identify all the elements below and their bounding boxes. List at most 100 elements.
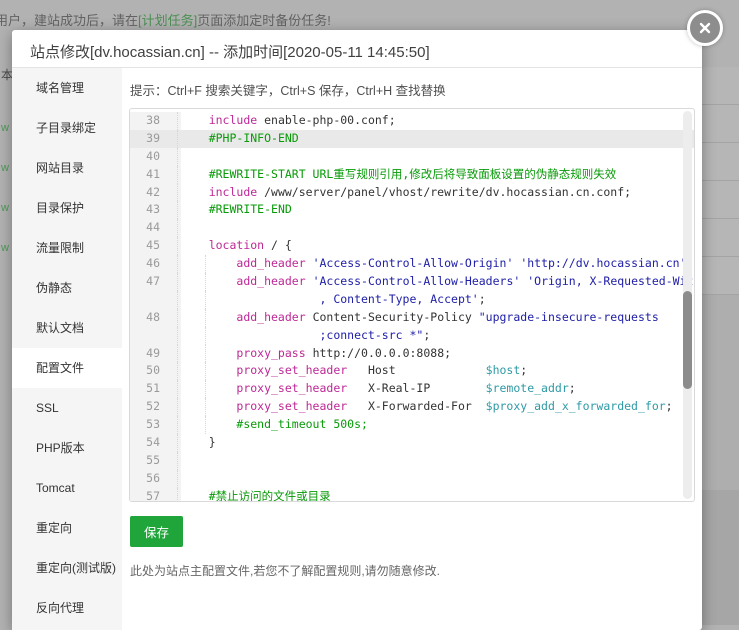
line-number: 55 xyxy=(130,452,181,470)
sidebar-item-site-dir[interactable]: 网站目录 xyxy=(12,148,122,188)
code-line: 45 location / { xyxy=(130,237,694,255)
config-file-panel: 提示：Ctrl+F 搜索关键字，Ctrl+S 保存，Ctrl+H 查找替换 38… xyxy=(122,68,702,630)
line-number: 42 xyxy=(130,184,181,202)
code-text xyxy=(181,148,694,166)
indent-guide xyxy=(177,345,178,363)
sidebar-item-label: 网站目录 xyxy=(36,161,84,175)
backdrop-table-row xyxy=(702,143,739,181)
line-number: 45 xyxy=(130,237,181,255)
code-line: 47 add_header 'Access-Control-Allow-Head… xyxy=(130,273,694,291)
sidebar-item-label: 配置文件 xyxy=(36,361,84,375)
backdrop-block xyxy=(702,295,739,490)
indent-guide xyxy=(205,345,206,363)
code-line: , Content-Type, Accept'; xyxy=(130,291,694,309)
indent-guide xyxy=(177,219,178,237)
sidebar-item-label: 域名管理 xyxy=(36,81,84,95)
sidebar-item-label: 反向代理 xyxy=(36,601,84,615)
sidebar-item-url-rewrite[interactable]: 伪静态 xyxy=(12,268,122,308)
sidebar-item-redirect-beta[interactable]: 重定向(测试版) xyxy=(12,548,122,588)
sidebar-item-dir-protect[interactable]: 目录保护 xyxy=(12,188,122,228)
code-text: #PHP-INFO-END xyxy=(181,130,694,148)
sidebar-item-reverse-proxy[interactable]: 反向代理 xyxy=(12,588,122,628)
code-line: 57 #禁止访问的文件或目录 xyxy=(130,488,694,502)
indent-guide xyxy=(177,380,178,398)
line-number xyxy=(130,327,181,345)
indent-guide xyxy=(205,380,206,398)
indent-guide xyxy=(177,201,178,219)
line-number: 50 xyxy=(130,362,181,380)
line-number: 41 xyxy=(130,166,181,184)
indent-guide xyxy=(177,309,178,327)
close-button[interactable] xyxy=(687,10,723,46)
sidebar-item-label: 流量限制 xyxy=(36,241,84,255)
sidebar-item-redirect[interactable]: 重定向 xyxy=(12,508,122,548)
indent-guide xyxy=(205,291,206,309)
indent-guide xyxy=(205,327,206,345)
code-line: 48 add_header Content-Security-Policy "u… xyxy=(130,309,694,327)
code-line: 38 include enable-php-00.conf; xyxy=(130,112,694,130)
sidebar-item-label: 目录保护 xyxy=(36,201,84,215)
indent-guide xyxy=(177,434,178,452)
sidebar-item-php-version[interactable]: PHP版本 xyxy=(12,428,122,468)
code-text: location / { xyxy=(181,237,694,255)
code-line: 41 #REWRITE-START URL重写规则引用,修改后将导致面板设置的伪… xyxy=(130,166,694,184)
backdrop-message: 用户，建站成功后，请在[计划任务]页面添加定时备份任务! xyxy=(0,10,331,29)
line-number: 39 xyxy=(130,130,181,148)
sidebar-item-traffic-limit[interactable]: 流量限制 xyxy=(12,228,122,268)
code-line: 53 #send_timeout 500s; xyxy=(130,416,694,434)
sidebar-item-ssl[interactable]: SSL xyxy=(12,388,122,428)
code-line: 43 #REWRITE-END xyxy=(130,201,694,219)
indent-guide xyxy=(205,398,206,416)
sidebar-item-label: 子目录绑定 xyxy=(36,121,96,135)
backdrop-table-row xyxy=(702,105,739,143)
line-number xyxy=(130,291,181,309)
indent-guide xyxy=(177,327,178,345)
backdrop-text-fragment: w xyxy=(1,162,9,174)
code-line: 39 #PHP-INFO-END xyxy=(130,130,694,148)
code-line: 51 proxy_set_header X-Real-IP $remote_ad… xyxy=(130,380,694,398)
indent-guide xyxy=(205,416,206,434)
code-text: #send_timeout 500s; xyxy=(181,416,694,434)
code-text: , Content-Type, Accept'; xyxy=(181,291,694,309)
backdrop-message-suffix: 页面添加定时备份任务! xyxy=(197,13,331,28)
code-text: } xyxy=(181,434,694,452)
sidebar-menu: 域名管理子目录绑定网站目录目录保护流量限制伪静态默认文档配置文件 SSLPHP版本… xyxy=(12,68,122,630)
backdrop-text-fragment: w xyxy=(1,202,9,214)
backdrop-table-row xyxy=(702,181,739,219)
line-number: 47 xyxy=(130,273,181,291)
code-text: ;connect-src *"; xyxy=(181,327,694,345)
indent-guide xyxy=(177,273,178,291)
sidebar-item-default-doc[interactable]: 默认文档 xyxy=(12,308,122,348)
backdrop-table-row xyxy=(702,257,739,295)
config-warning-note: 此处为站点主配置文件,若您不了解配置规则,请勿随意修改. xyxy=(130,562,695,579)
indent-guide xyxy=(177,470,178,488)
code-text: proxy_set_header Host $host; xyxy=(181,362,694,380)
backdrop-text-fragment: w xyxy=(1,242,9,254)
code-text xyxy=(181,219,694,237)
config-code-editor[interactable]: 38 include enable-php-00.conf;39 #PHP-IN… xyxy=(129,108,695,502)
code-line: 42 include /www/server/panel/vhost/rewri… xyxy=(130,184,694,202)
sidebar-item-label: Tomcat xyxy=(36,481,75,495)
sidebar-item-subdir-bind[interactable]: 子目录绑定 xyxy=(12,108,122,148)
backdrop-cron-link: [计划任务] xyxy=(138,13,197,28)
code-text: #禁止访问的文件或目录 xyxy=(181,488,694,502)
sidebar-item-label: 默认文档 xyxy=(36,321,84,335)
code-line: 54 } xyxy=(130,434,694,452)
code-text: proxy_pass http://0.0.0.0:8088; xyxy=(181,345,694,363)
code-rows: 38 include enable-php-00.conf;39 #PHP-IN… xyxy=(130,109,694,502)
site-edit-dialog: 站点修改[dv.hocassian.cn] -- 添加时间[2020-05-11… xyxy=(12,30,702,630)
indent-guide xyxy=(177,148,178,166)
indent-guide xyxy=(177,488,178,502)
editor-scrollbar-thumb[interactable] xyxy=(683,291,692,389)
indent-guide xyxy=(177,362,178,380)
sidebar-item-domain-manage[interactable]: 域名管理 xyxy=(12,68,122,108)
indent-guide xyxy=(177,237,178,255)
sidebar-item-config-file[interactable]: 配置文件 xyxy=(12,348,122,388)
sidebar-item-tomcat[interactable]: Tomcat xyxy=(12,468,122,508)
code-text: #REWRITE-START URL重写规则引用,修改后将导致面板设置的伪静态规… xyxy=(181,166,694,184)
indent-guide xyxy=(205,362,206,380)
save-button[interactable]: 保存 xyxy=(130,516,183,547)
code-text: include /www/server/panel/vhost/rewrite/… xyxy=(181,184,694,202)
code-line: 50 proxy_set_header Host $host; xyxy=(130,362,694,380)
indent-guide xyxy=(177,291,178,309)
